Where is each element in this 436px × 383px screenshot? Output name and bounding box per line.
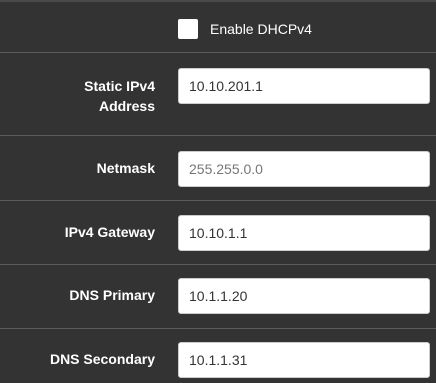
dns-secondary-label: DNS Secondary bbox=[49, 351, 155, 367]
dns-primary-label: DNS Primary bbox=[69, 287, 155, 303]
row-divider bbox=[0, 264, 436, 265]
dns-primary-input[interactable] bbox=[178, 278, 430, 314]
row-divider bbox=[0, 200, 436, 201]
static-ipv4-label-line1: Static IPv4 bbox=[84, 78, 155, 94]
dhcp-label: Enable DHCPv4 bbox=[210, 21, 312, 37]
top-border bbox=[0, 0, 436, 2]
static-ipv4-label-line2: Address bbox=[98, 98, 155, 114]
netmask-input[interactable] bbox=[178, 151, 430, 187]
dns-secondary-input[interactable] bbox=[178, 342, 430, 378]
gateway-input[interactable] bbox=[178, 215, 430, 251]
static-ipv4-input[interactable] bbox=[178, 68, 430, 104]
dhcp-toggle[interactable]: Enable DHCPv4 bbox=[178, 18, 312, 40]
gateway-label: IPv4 Gateway bbox=[64, 224, 155, 240]
row-divider bbox=[0, 328, 436, 329]
netmask-label: Netmask bbox=[96, 160, 155, 176]
row-divider bbox=[0, 52, 436, 53]
dhcp-checkbox[interactable] bbox=[178, 19, 198, 39]
static-ipv4-label: Static IPv4 Address bbox=[5, 76, 155, 116]
row-divider bbox=[0, 135, 436, 136]
